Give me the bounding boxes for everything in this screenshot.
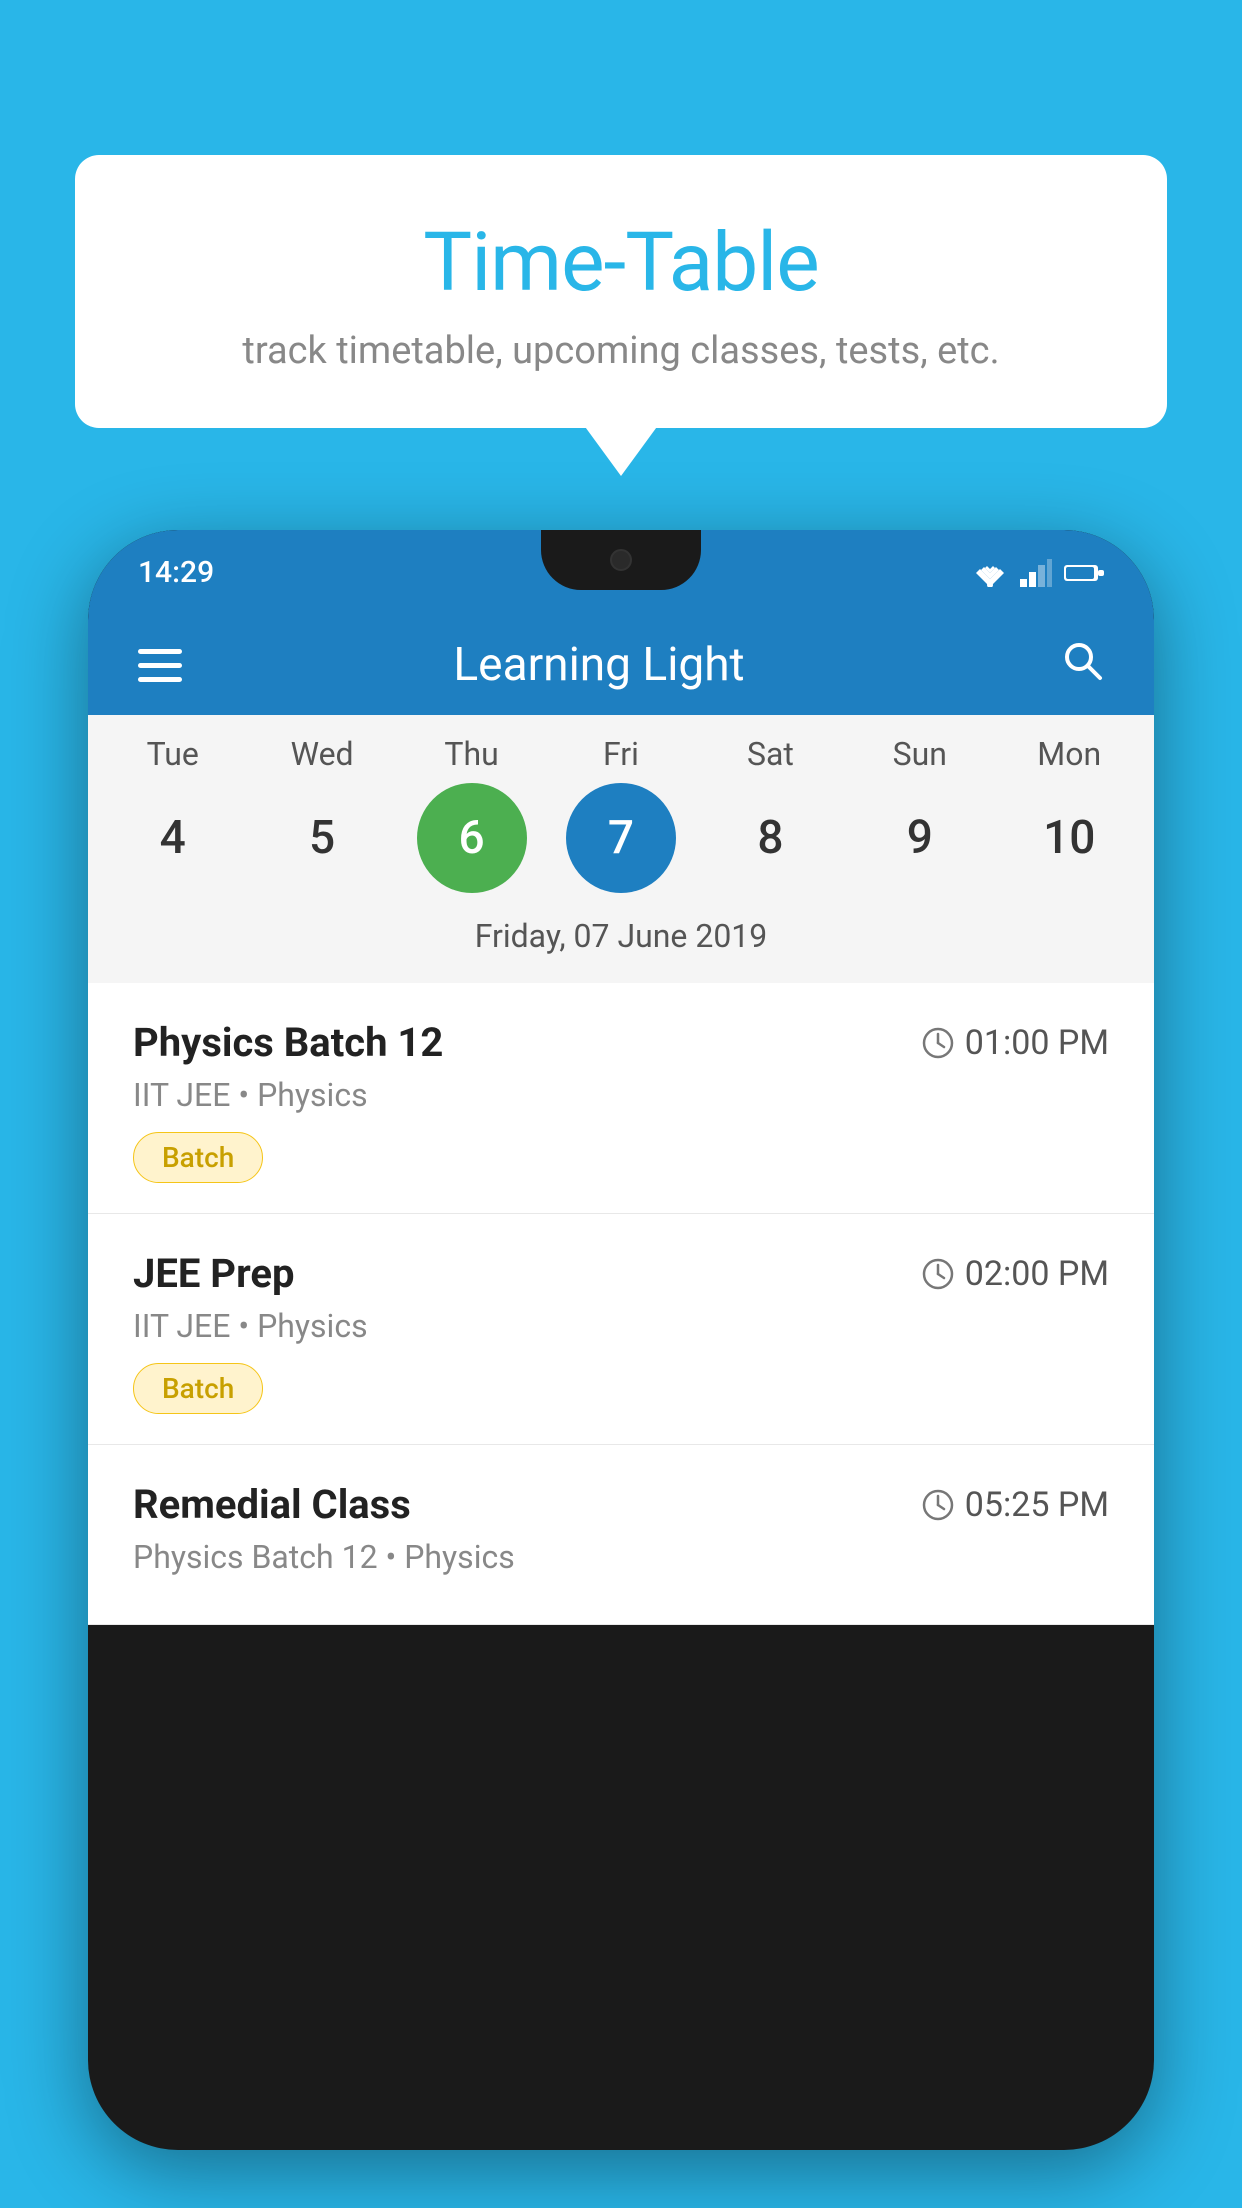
schedule-time-0: 01:00 PM [921, 1023, 1109, 1063]
speech-bubble: Time-Table track timetable, upcoming cla… [75, 155, 1167, 428]
notch [541, 530, 701, 590]
schedule-name-2: Remedial Class [133, 1481, 411, 1528]
status-icons [972, 559, 1104, 587]
schedule-time-2: 05:25 PM [921, 1485, 1109, 1525]
day-number-6[interactable]: 6 [417, 783, 527, 893]
signal-icon [1020, 559, 1052, 587]
app-title: Learning Light [182, 638, 1016, 692]
day-header-fri: Fri [556, 735, 686, 773]
schedule-name-0: Physics Batch 12 [133, 1019, 443, 1066]
day-number-5[interactable]: 5 [267, 783, 377, 893]
day-numbers: 456789 10 [88, 783, 1154, 893]
schedule-detail-2: Physics Batch 12 • Physics [133, 1538, 1109, 1576]
search-button[interactable] [1060, 638, 1104, 693]
clock-icon [921, 1026, 955, 1060]
speech-bubble-wrapper: Time-Table track timetable, upcoming cla… [75, 155, 1167, 428]
day-number-9[interactable]: 9 [865, 783, 975, 893]
battery-icon [1064, 562, 1104, 584]
phone-screen: 14:29 [88, 530, 1154, 2150]
batch-badge-0: Batch [133, 1132, 263, 1183]
camera [610, 549, 632, 571]
phone-wrapper: 14:29 [88, 530, 1154, 2208]
bubble-title: Time-Table [125, 215, 1117, 311]
app-header: Learning Light [88, 615, 1154, 715]
day-number-4[interactable]: 4 [118, 783, 228, 893]
schedule-detail-0: IIT JEE • Physics [133, 1076, 1109, 1114]
schedule-name-1: JEE Prep [133, 1250, 294, 1297]
day-header-mon: Mon [1004, 735, 1134, 773]
day-header-thu: Thu [407, 735, 537, 773]
day-header-tue: Tue [108, 735, 238, 773]
schedule-time-1: 02:00 PM [921, 1254, 1109, 1294]
calendar-strip: Tue Wed Thu Fri Sat Sun Mon 456789 10 Friday, 0… [88, 715, 1154, 983]
schedule-item-1[interactable]: JEE Prep 02:00 PM IIT JEE • Physics Batch [88, 1214, 1154, 1445]
wifi-icon [972, 559, 1008, 587]
status-time: 14:29 [138, 555, 214, 590]
menu-button[interactable] [138, 649, 182, 682]
day-number-7[interactable]: 7 [566, 783, 676, 893]
bubble-subtitle: track timetable, upcoming classes, tests… [125, 329, 1117, 373]
status-bar: 14:29 [88, 530, 1154, 615]
day-header-sat: Sat [705, 735, 835, 773]
selected-date-label: Friday, 07 June 2019 [88, 907, 1154, 973]
schedule-item-0[interactable]: Physics Batch 12 01:00 PM IIT JEE • Physic… [88, 983, 1154, 1214]
day-header-wed: Wed [257, 735, 387, 773]
batch-badge-1: Batch [133, 1363, 263, 1414]
day-number-8[interactable]: 8 [715, 783, 825, 893]
schedule-item-2[interactable]: Remedial Class 05:25 PM Physics Batch 12 •… [88, 1445, 1154, 1625]
schedule-list: Physics Batch 12 01:00 PM IIT JEE • Physic… [88, 983, 1154, 1625]
day-headers: Tue Wed Thu Fri Sat Sun Mon [88, 735, 1154, 773]
day-number-10[interactable]: 10 [1014, 783, 1124, 893]
day-header-sun: Sun [855, 735, 985, 773]
clock-icon [921, 1488, 955, 1522]
schedule-detail-1: IIT JEE • Physics [133, 1307, 1109, 1345]
clock-icon [921, 1257, 955, 1291]
phone-frame: 14:29 [88, 530, 1154, 2150]
